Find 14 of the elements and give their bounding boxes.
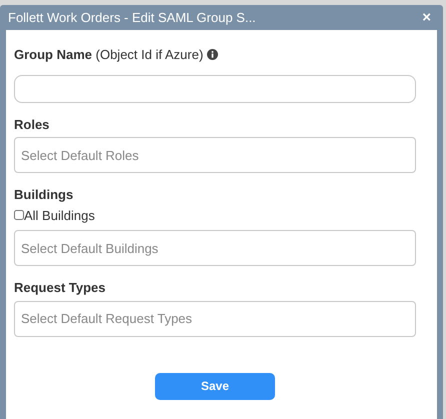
select-field[interactable]: Select Default Roles [14,137,416,173]
field-label: Group Name (Object Id if Azure) [14,46,204,64]
select-field[interactable]: Select Default Request Types [14,300,416,336]
info-icon[interactable] [207,49,218,60]
save-button[interactable]: Save [155,372,275,400]
checkbox-label: All Buildings [24,206,95,225]
checkbox[interactable] [14,210,24,220]
field-label: Request Types [14,279,107,297]
select-field[interactable]: Select Default Buildings [14,230,416,266]
field-label: Roles [14,116,50,134]
close-button[interactable]: × [418,10,435,25]
field-label: Buildings [14,186,74,204]
input-field[interactable] [14,74,416,102]
window-title: Follett Work Orders - Edit SAML Group S... [8,8,256,27]
